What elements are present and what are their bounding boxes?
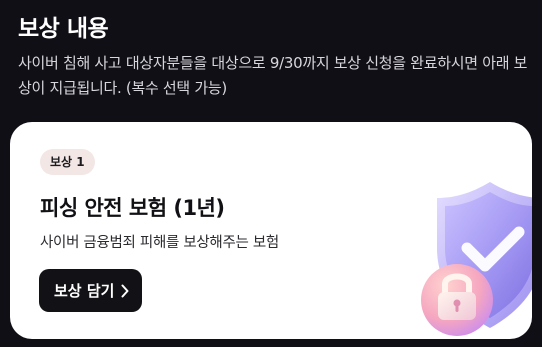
add-reward-button-label: 보상 담기 [54,282,115,300]
padlock-icon [421,264,493,336]
reward-card: 보상 1 피싱 안전 보험 (1년) 사이버 금융범죄 피해를 보상해주는 보험… [10,122,532,339]
reward-badge: 보상 1 [40,149,95,175]
add-reward-button[interactable]: 보상 담기 [39,269,143,312]
section-description: 사이버 침해 사고 대상자분들을 대상으로 9/30까지 보상 신청을 완료하시… [18,54,528,97]
chevron-right-icon [120,284,130,298]
reward-description: 사이버 금융범죄 피해를 보상해주는 보험 [40,235,279,251]
insurance-illustration [421,182,532,336]
section-title: 보상 내용 [18,16,109,42]
reward-section: 보상 내용 사이버 침해 사고 대상자분들을 대상으로 9/30까지 보상 신청… [0,0,542,347]
reward-title: 피싱 안전 보험 (1년) [40,196,225,220]
